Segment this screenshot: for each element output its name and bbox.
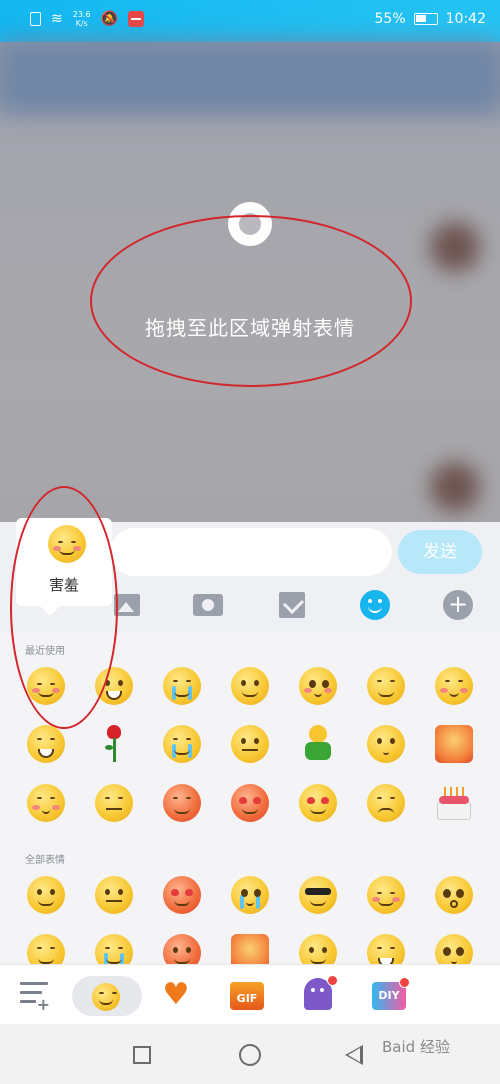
sob-emoji[interactable]: [163, 725, 201, 763]
mute-icon: 🔕: [100, 11, 118, 27]
embarrassed-emoji[interactable]: [435, 667, 473, 705]
sim-icon: [30, 12, 41, 26]
camera-icon: [193, 594, 223, 616]
do-not-disturb-icon: [127, 11, 144, 27]
puzzled-emoji[interactable]: [231, 725, 269, 763]
wifi-icon: ≋: [51, 11, 63, 27]
heart-eyes-emoji[interactable]: [163, 876, 201, 914]
watermark: Baid 经验: [382, 1038, 450, 1056]
notification-dot: [399, 977, 410, 988]
laugh-tears-emoji[interactable]: [27, 725, 65, 763]
dazed-emoji[interactable]: [435, 934, 473, 964]
sob-emoji[interactable]: [95, 934, 133, 964]
grin-emoji[interactable]: [367, 934, 405, 964]
cry-emoji[interactable]: [163, 667, 201, 705]
emoji-category-icon[interactable]: [92, 983, 120, 1011]
shy-emoji[interactable]: [367, 876, 405, 914]
message-input[interactable]: [110, 528, 392, 576]
red-packet-icon: [279, 592, 305, 618]
send-button[interactable]: 发送: [398, 530, 482, 574]
more-button[interactable]: +: [441, 588, 475, 622]
recent-apps-icon[interactable]: [133, 1046, 151, 1064]
smile-emoji[interactable]: [231, 667, 269, 705]
heart-eyes-emoji[interactable]: [299, 784, 337, 822]
scared-emoji[interactable]: [231, 876, 269, 914]
home-icon[interactable]: [239, 1044, 261, 1066]
annotation-circle-preview: [10, 486, 118, 729]
notification-dot: [327, 975, 338, 986]
annotation-circle-drop-zone: [90, 215, 412, 387]
network-speed: 23.6 K/s: [73, 10, 91, 28]
network-speed-value: 23.6: [72, 10, 91, 19]
dizzy-emoji[interactable]: [367, 725, 405, 763]
emoji-icon: [360, 590, 390, 620]
smile-emoji[interactable]: [27, 876, 65, 914]
sleepy-emoji[interactable]: [27, 934, 65, 964]
angry-emoji[interactable]: [435, 725, 473, 763]
camera-button[interactable]: [191, 588, 225, 622]
status-bar: ≋ 23.6 K/s 🔕 55% 10:42: [0, 0, 500, 42]
puzzled-emoji[interactable]: [95, 876, 133, 914]
cool-emoji[interactable]: [299, 876, 337, 914]
all-section-label: 全部表情: [25, 855, 65, 866]
blurred-avatar: [430, 462, 480, 512]
battery-percent: 55%: [374, 11, 406, 27]
awkward-emoji[interactable]: [27, 784, 65, 822]
furious-emoji[interactable]: [231, 934, 269, 964]
shocked-emoji[interactable]: [435, 876, 473, 914]
snicker-emoji[interactable]: [367, 667, 405, 705]
angry-emoji[interactable]: [163, 934, 201, 964]
gif-category-button[interactable]: GIF: [230, 982, 264, 1010]
plus-icon: +: [443, 590, 473, 620]
network-speed-unit: K/s: [75, 19, 88, 28]
green-man-emoji[interactable]: [299, 725, 337, 763]
sad-emoji[interactable]: [367, 784, 405, 822]
cake-icon[interactable]: [435, 784, 473, 822]
manage-list-icon[interactable]: [20, 982, 50, 1014]
wronged-emoji[interactable]: [163, 784, 201, 822]
heart-eyes-emoji[interactable]: [231, 784, 269, 822]
blurred-avatar: [430, 222, 480, 272]
sweat-emoji[interactable]: [95, 784, 133, 822]
tongue-emoji[interactable]: [299, 934, 337, 964]
battery-icon: [413, 13, 438, 25]
clock: 10:42: [445, 11, 486, 27]
favorites-heart-icon[interactable]: ♥: [162, 980, 190, 1010]
scared-emoji[interactable]: [299, 667, 337, 705]
back-icon[interactable]: [345, 1045, 363, 1065]
emoji-button[interactable]: [358, 588, 392, 622]
red-packet-button[interactable]: [275, 588, 309, 622]
rose-icon[interactable]: [95, 725, 133, 763]
